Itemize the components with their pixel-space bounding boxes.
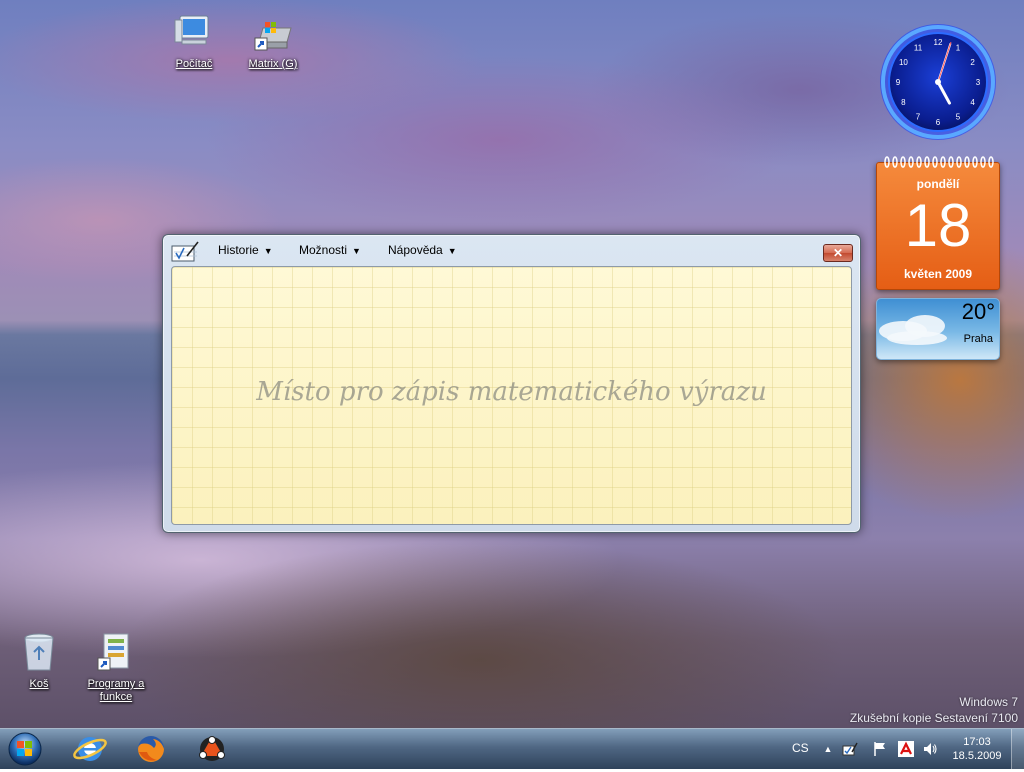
firefox-icon: [138, 736, 164, 762]
clock-numeral: 4: [970, 98, 975, 107]
calendar-gadget[interactable]: pondělí 18 květen 2009: [876, 156, 1000, 290]
taskbar-firefox[interactable]: [127, 732, 175, 766]
action-center-flag-icon[interactable]: [872, 741, 888, 757]
calendar-date: 18: [904, 192, 972, 259]
clock-numeral: 8: [901, 98, 906, 107]
language-indicator[interactable]: CS: [792, 741, 809, 755]
taskbar-reason-app[interactable]: [188, 732, 236, 766]
taskbar-time: 17:03: [963, 736, 991, 748]
windows-orb-icon: [8, 732, 42, 766]
weather-gadget[interactable]: 20° Praha: [876, 298, 1000, 360]
clock-numeral: 6: [936, 118, 941, 127]
computer-icon: [172, 10, 216, 54]
calendar-day-name: pondělí: [916, 177, 960, 191]
clock-numeral: 2: [970, 58, 975, 67]
desktop-icon-programs-features[interactable]: Programy a funkce: [76, 630, 156, 704]
notification-area: CS ▲ 17:03 18.5.2009: [780, 729, 1010, 769]
clock-numeral: 12: [934, 38, 943, 47]
menu-historie[interactable]: Historie ▼: [218, 243, 273, 257]
volume-icon[interactable]: [922, 741, 938, 757]
taskbar-clock[interactable]: 17:03 18.5.2009: [952, 735, 1002, 763]
desktop-icon-matrix-drive[interactable]: Matrix (G): [233, 10, 313, 71]
menu-label: Možnosti: [299, 243, 348, 257]
watermark-line-2: Zkušební kopie Sestavení 7100: [849, 711, 1018, 725]
weather-city: Praha: [963, 333, 993, 345]
menu-napoveda[interactable]: Nápověda ▼: [388, 243, 457, 257]
watermark-line-1: Windows 7: [959, 695, 1018, 709]
menu-moznosti[interactable]: Možnosti ▼: [299, 243, 361, 257]
clock-numeral: 11: [914, 43, 923, 52]
calendar-rings-icon: [884, 156, 994, 168]
math-input-panel-window: Historie ▼ Možnosti ▼ Nápověda ▼ ✕ Místo pr…: [162, 234, 861, 533]
chevron-down-icon: ▼: [352, 246, 361, 256]
writing-area-placeholder: Místo pro zápis matematického výrazu: [256, 377, 767, 407]
calendar-month-year: květen 2009: [903, 267, 973, 281]
desktop-icon-recycle-bin[interactable]: Koš: [0, 630, 79, 691]
desktop-icon-computer[interactable]: Počítač: [154, 10, 234, 71]
desktop-icon-label: Programy a funkce: [87, 678, 145, 703]
clock-numeral: 10: [899, 58, 908, 67]
math-panel-tray-icon[interactable]: [842, 741, 858, 757]
taskbar: CS ▲ 17:03 18.5.2009: [0, 728, 1024, 769]
start-button[interactable]: [6, 731, 44, 767]
recycle-bin-icon: [17, 630, 61, 674]
cloud-icon: [887, 331, 947, 345]
chevron-down-icon: ▼: [447, 246, 457, 256]
programs-features-icon: [94, 630, 138, 674]
desktop-icon-label: Matrix (G): [248, 58, 298, 70]
menu-label: Historie: [218, 243, 259, 257]
desktop-icon-label: Koš: [29, 678, 49, 690]
show-desktop-button[interactable]: [1011, 729, 1024, 769]
writing-area[interactable]: Místo pro zápis matematického výrazu: [171, 266, 852, 525]
close-button[interactable]: ✕: [823, 244, 853, 262]
reason-app-icon: [199, 736, 225, 761]
menu-label: Nápověda: [388, 243, 443, 257]
clock-numeral: 9: [896, 78, 901, 87]
drive-shortcut-icon: [251, 10, 295, 54]
taskbar-internet-explorer[interactable]: [66, 732, 114, 766]
clock-numeral: 7: [916, 113, 921, 122]
math-input-panel-icon: [171, 240, 199, 262]
desktop-icon-label: Počítač: [175, 58, 213, 70]
internet-explorer-icon: [73, 737, 107, 761]
close-icon: ✕: [832, 246, 844, 260]
weather-temperature: 20°: [961, 299, 995, 324]
show-hidden-icons-icon[interactable]: ▲: [820, 741, 836, 757]
chevron-down-icon: ▼: [263, 246, 273, 256]
clock-numeral: 1: [956, 43, 961, 52]
clock-numeral: 3: [976, 78, 981, 87]
clock-face: 123456789101112: [880, 24, 996, 140]
window-title-bar[interactable]: Historie ▼ Možnosti ▼ Nápověda ▼ ✕: [163, 235, 860, 265]
antivirus-icon[interactable]: [898, 741, 914, 757]
clock-numeral: 5: [956, 113, 961, 122]
clock-gadget[interactable]: 1 2 3 4 5 6 7 8 9 10 11 12: [876, 20, 1000, 144]
taskbar-date: 18.5.2009: [952, 750, 1002, 762]
desktop: Počítač Matrix (G) Koš Programy a funkce…: [0, 0, 1024, 728]
os-watermark: Windows 7 Zkušební kopie Sestavení 7100: [850, 694, 1018, 726]
